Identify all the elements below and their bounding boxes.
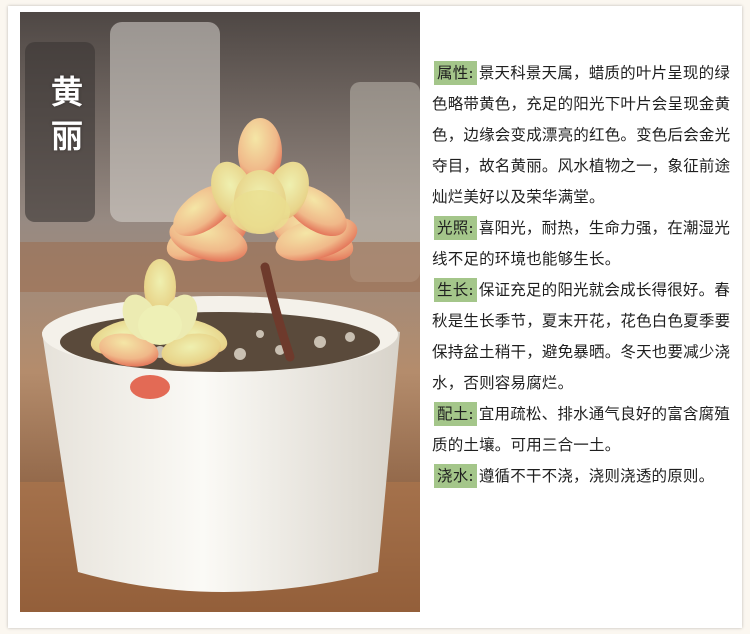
section-text: 景天科景天属，蜡质的叶片呈现的绿色略带黄色，充足的阳光下叶片会呈现金黄色，边缘会… <box>432 64 731 206</box>
section-light: 光照: 喜阳光，耐热，生命力强，在潮湿光线不足的环境也能够生长。 <box>432 213 738 275</box>
section-watering: 浇水: 遵循不干不浇，浇则浇透的原则。 <box>432 461 738 492</box>
title-char-1: 黄 <box>50 73 85 111</box>
plant-name-title: 黄 丽 <box>48 70 88 158</box>
section-tag: 属性: <box>434 61 477 85</box>
section-tag: 生长: <box>434 278 477 302</box>
section-tag: 浇水: <box>434 464 477 488</box>
section-attributes: 属性: 景天科景天属，蜡质的叶片呈现的绿色略带黄色，充足的阳光下叶片会呈现金黄色，… <box>432 58 738 213</box>
plant-photo: 黄 丽 <box>20 12 420 612</box>
care-info-column: 属性: 景天科景天属，蜡质的叶片呈现的绿色略带黄色，充足的阳光下叶片会呈现金黄色，… <box>432 58 738 492</box>
section-growth: 生长: 保证充足的阳光就会成长得很好。春秋是生长季节，夏末开花，花色白色夏季要保持… <box>432 275 738 399</box>
section-tag: 光照: <box>434 216 477 240</box>
section-soil: 配土: 宜用疏松、排水通气良好的富含腐殖质的土壤。可用三合一土。 <box>432 399 738 461</box>
section-text: 遵循不干不浇，浇则浇透的原则。 <box>478 467 715 485</box>
section-tag: 配土: <box>434 402 477 426</box>
title-char-2: 丽 <box>50 117 85 155</box>
